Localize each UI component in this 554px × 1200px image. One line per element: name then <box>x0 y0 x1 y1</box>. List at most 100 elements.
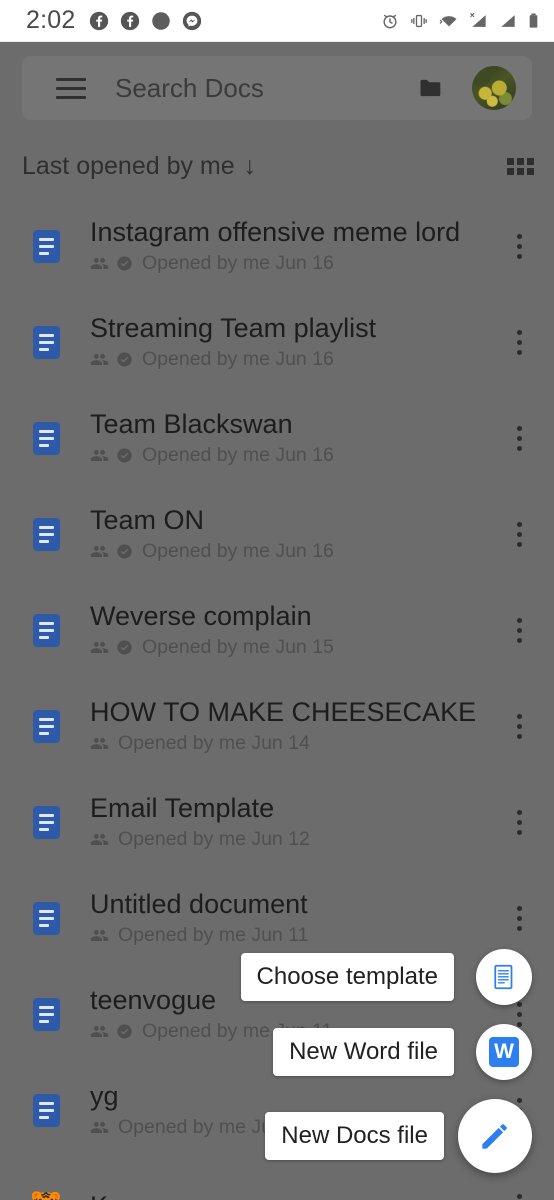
status-bar-notification-icons <box>89 11 202 31</box>
fab-choose-template[interactable]: Choose template <box>240 949 532 1005</box>
docs-icon <box>32 709 60 743</box>
google-docs-home-screen: 2:02 Search Docs Last opened by me ↓ Ins… <box>0 0 554 1200</box>
document-subtitle: Opened by me Jun 16 <box>142 444 334 467</box>
document-title: Instagram offensive meme lord <box>90 216 461 247</box>
tiger-face-emoji: 🐯 <box>28 1192 64 1200</box>
battery-icon <box>529 13 538 28</box>
fab-label-new-docs-file[interactable]: New Docs file <box>265 1112 444 1160</box>
grid-view-icon[interactable] <box>507 157 534 175</box>
document-subtitle: Opened by me Jun 16 <box>142 348 334 371</box>
document-row[interactable]: Email Template Opened by me Jun 12 <box>0 774 554 870</box>
vibrate-icon <box>411 14 427 27</box>
shared-people-icon <box>90 738 109 750</box>
docs-icon <box>32 613 60 647</box>
overflow-menu-icon[interactable] <box>502 425 536 451</box>
document-meta: Opened by me Jun 16 <box>90 540 502 563</box>
shared-people-icon <box>90 930 109 942</box>
template-document-icon[interactable] <box>476 949 532 1005</box>
document-row[interactable]: Team Blackswan Opened by me Jun 16 <box>0 390 554 486</box>
sort-direction-arrow-icon[interactable]: ↓ <box>244 152 257 181</box>
available-offline-icon <box>117 640 132 655</box>
overflow-menu-icon[interactable] <box>502 1193 536 1200</box>
document-row[interactable]: Team ON Opened by me Jun 16 <box>0 486 554 582</box>
document-title: Untitled document <box>90 888 308 919</box>
docs-icon <box>32 325 60 359</box>
shared-people-icon <box>90 834 109 846</box>
status-bar-clock: 2:02 <box>26 6 76 34</box>
document-row[interactable]: Instagram offensive meme lord Opened by m… <box>0 198 554 294</box>
messenger-icon <box>183 11 202 30</box>
pencil-edit-icon[interactable] <box>458 1099 532 1173</box>
word-letter: W <box>489 1037 519 1067</box>
document-title: Korean <box>90 1191 502 1200</box>
document-subtitle: Opened by me Jun 15 <box>142 636 334 659</box>
document-subtitle: Opened by me Jun 16 <box>142 252 334 275</box>
status-bar: 2:02 <box>0 0 554 42</box>
document-meta: Opened by me Jun 16 <box>90 348 502 371</box>
overflow-menu-icon[interactable] <box>502 1001 536 1027</box>
search-bar[interactable]: Search Docs <box>22 56 532 120</box>
document-meta: Opened by me Jun 16 <box>90 252 502 275</box>
shared-people-icon <box>90 1122 109 1134</box>
circle-icon <box>152 11 171 30</box>
document-row-body: HOW TO MAKE CHEESECAKE Opened by me Jun 1… <box>90 697 502 755</box>
signal-off-icon <box>470 12 486 27</box>
fab-label-new-word-file[interactable]: New Word file <box>273 1028 454 1076</box>
tiger-face-emoji: 🐯 <box>29 1192 63 1200</box>
document-subtitle: Opened by me Jun 11 <box>118 924 309 947</box>
document-subtitle: Opened by me Jun 14 <box>118 732 310 755</box>
docs-icon <box>28 517 64 551</box>
overflow-menu-icon[interactable] <box>502 521 536 547</box>
docs-icon <box>28 229 64 263</box>
docs-icon <box>32 901 60 935</box>
fab-label-choose-template[interactable]: Choose template <box>240 953 454 1001</box>
overflow-menu-icon[interactable] <box>502 233 536 259</box>
document-row-body: Streaming Team playlist Opened by me Jun … <box>90 313 502 371</box>
document-subtitle: Opened by me Jun 12 <box>118 828 310 851</box>
document-row[interactable]: Weverse complain Opened by me Jun 15 <box>0 582 554 678</box>
overflow-menu-icon[interactable] <box>502 809 536 835</box>
overflow-menu-icon[interactable] <box>502 905 536 931</box>
search-input[interactable]: Search Docs <box>115 73 264 104</box>
docs-icon <box>28 997 64 1031</box>
docs-icon <box>28 421 64 455</box>
docs-icon <box>28 325 64 359</box>
overflow-menu-icon[interactable] <box>502 329 536 355</box>
word-w-icon[interactable]: W <box>476 1024 532 1080</box>
docs-icon <box>32 997 60 1031</box>
docs-icon <box>32 229 60 263</box>
docs-icon <box>28 709 64 743</box>
shared-people-icon <box>90 642 109 654</box>
document-meta: Opened by me Jun 14 <box>90 732 502 755</box>
hamburger-menu-icon[interactable] <box>56 77 86 99</box>
overflow-menu-icon[interactable] <box>502 617 536 643</box>
shared-people-icon <box>90 1026 109 1038</box>
document-meta: Opened by me Jun 11 <box>90 924 502 947</box>
document-title: Weverse complain <box>90 600 312 631</box>
signal-icon <box>501 14 515 27</box>
available-offline-icon <box>117 448 132 463</box>
available-offline-icon <box>117 544 132 559</box>
available-offline-icon <box>117 1024 132 1039</box>
document-meta: Opened by me Jun 12 <box>90 828 502 851</box>
document-row-body: Korean <box>90 1191 502 1200</box>
docs-icon <box>32 805 60 839</box>
fab-new-word-file[interactable]: New Word file W <box>273 1024 532 1080</box>
document-row-body: Team Blackswan Opened by me Jun 16 <box>90 409 502 467</box>
docs-icon <box>32 1093 60 1127</box>
available-offline-icon <box>117 352 132 367</box>
alarm-icon <box>383 14 397 28</box>
sort-label[interactable]: Last opened by me <box>22 152 235 181</box>
fab-new-docs-file[interactable]: New Docs file <box>265 1099 532 1173</box>
document-title: HOW TO MAKE CHEESECAKE <box>90 696 477 727</box>
avatar[interactable] <box>472 66 516 110</box>
document-row[interactable]: Streaming Team playlist Opened by me Jun … <box>0 294 554 390</box>
document-subtitle: Opened by me Jun 16 <box>142 540 334 563</box>
folder-icon[interactable] <box>414 74 448 102</box>
overflow-menu-icon[interactable] <box>502 713 536 739</box>
facebook-icon <box>121 11 140 30</box>
document-row[interactable]: HOW TO MAKE CHEESECAKE Opened by me Jun 1… <box>0 678 554 774</box>
document-row-body: Instagram offensive meme lord Opened by m… <box>90 217 502 275</box>
wifi-icon <box>439 15 457 26</box>
document-title: Team Blackswan <box>90 408 293 439</box>
